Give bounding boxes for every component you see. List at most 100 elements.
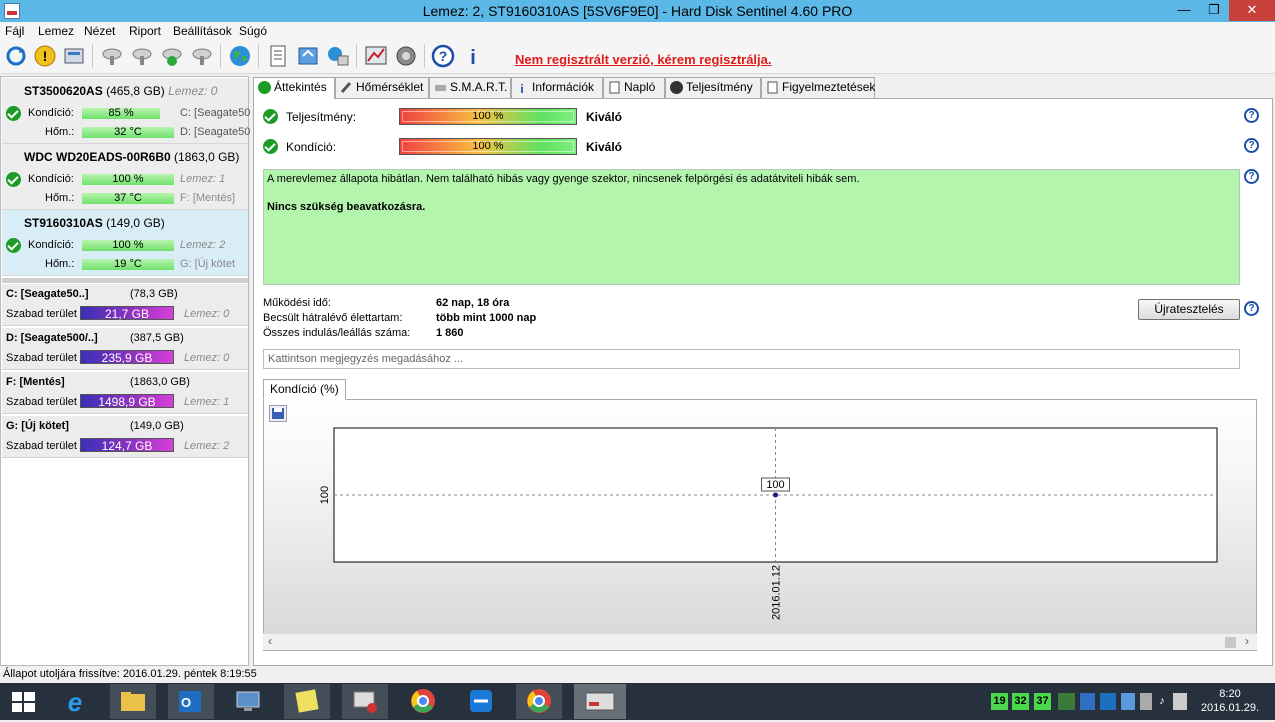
clock[interactable]: 8:20 2016.01.29.	[1198, 687, 1262, 715]
outlook-icon[interactable]: O	[168, 684, 214, 719]
tab-log[interactable]: Napló	[603, 77, 665, 98]
tray-temperature[interactable]: 32	[1012, 693, 1029, 710]
disk-info-icon[interactable]	[62, 44, 86, 68]
remote-desktop-icon[interactable]	[226, 684, 272, 719]
menu-file[interactable]: Fájl	[5, 24, 24, 38]
help-icon[interactable]: ?	[1244, 169, 1259, 184]
menu-disk[interactable]: Lemez	[38, 24, 74, 38]
note-input[interactable]: Kattintson megjegyzés megadásához ...	[263, 349, 1240, 369]
help-icon[interactable]: ?	[1244, 301, 1259, 316]
maximize-button[interactable]: ❐	[1199, 0, 1229, 21]
status-action: Nincs szükség beavatkozásra.	[267, 201, 426, 213]
notes-icon[interactable]	[284, 684, 330, 719]
settings-icon[interactable]	[394, 44, 418, 68]
unregistered-link[interactable]: Nem regisztrált verzió, kérem regisztrál…	[515, 52, 772, 67]
partition-size: (387,5 GB)	[130, 332, 184, 344]
free-space-bar: 21,7 GB	[80, 306, 174, 321]
temperature-label: Hőm.:	[45, 192, 75, 204]
refresh-icon[interactable]	[4, 44, 28, 68]
teamviewer-icon[interactable]	[458, 684, 504, 719]
hdd-test-icon[interactable]	[100, 44, 124, 68]
tray-temperature[interactable]: 19	[991, 693, 1008, 710]
overview-panel: Teljesítmény: 100 % Kiváló ? Kondíció: 1…	[253, 98, 1273, 666]
menu-view[interactable]: Nézet	[84, 24, 115, 38]
help-icon[interactable]: ?	[1244, 138, 1259, 153]
hard-disk-sentinel-icon[interactable]	[574, 684, 626, 719]
menu-bar: Fájl Lemez Nézet Riport Beállítások Súgó	[0, 22, 1275, 40]
tab-smart[interactable]: S.M.A.R.T.	[429, 77, 511, 98]
disk-side-label: F: [Mentés]	[180, 192, 236, 204]
startstop-value: 1 860	[436, 327, 464, 339]
dropbox-icon[interactable]	[1121, 693, 1135, 710]
tab-information[interactable]: i Információk	[511, 77, 603, 98]
hdd-surface-icon[interactable]	[130, 44, 154, 68]
network-icon[interactable]	[326, 44, 350, 68]
svg-text:!: !	[43, 48, 48, 64]
chart-area: 100 100 2016.01.12	[263, 399, 1257, 651]
disk-item[interactable]: WDC WD20EADS-00R6B0 (1863,0 GB) Kondíció…	[2, 144, 248, 210]
scroll-thumb[interactable]	[1225, 637, 1236, 648]
temperature-bar: 19 °C	[82, 259, 174, 270]
tab-temperature[interactable]: Hőmérséklet	[335, 77, 429, 98]
network-tray-icon[interactable]	[1173, 693, 1187, 710]
minimize-button[interactable]: —	[1169, 0, 1199, 21]
menu-report[interactable]: Riport	[129, 24, 161, 38]
menu-settings[interactable]: Beállítások	[173, 24, 232, 38]
nvidia-icon[interactable]	[1058, 693, 1075, 710]
partition-name: G: [Új kötet]	[6, 420, 69, 432]
ok-check-icon	[263, 109, 278, 124]
performance-rating: Kiváló	[586, 110, 623, 124]
info-icon[interactable]: i	[461, 44, 485, 69]
partition-item[interactable]: F: [Mentés] (1863,0 GB) Szabad terület 1…	[2, 372, 248, 414]
tab-bar: Áttekintés Hőmérséklet S.M.A.R.T. i Infor…	[253, 77, 1273, 99]
smart-icon	[434, 81, 447, 94]
disk-item[interactable]: ST3500620AS (465,8 GB) Lemez: 0 Kondíció…	[2, 78, 250, 144]
tray-temperature[interactable]: 37	[1034, 693, 1051, 710]
tab-overview[interactable]: Áttekintés	[253, 77, 335, 99]
temperature-label: Hőm.:	[45, 258, 75, 270]
warning-icon[interactable]: !	[33, 44, 57, 68]
close-button[interactable]: ✕	[1229, 0, 1275, 21]
outlook-tray-icon[interactable]	[1100, 693, 1116, 710]
globe-icon[interactable]	[228, 44, 252, 68]
disk-item-selected[interactable]: ST9160310AS (149,0 GB) Kondíció: 100 % L…	[2, 210, 248, 276]
disk-name: ST3500620AS (465,8 GB) Lemez: 0	[24, 84, 218, 98]
horizontal-scrollbar[interactable]: ‹ ›	[263, 633, 1257, 650]
volume-icon[interactable]: ♪	[1156, 693, 1168, 710]
partition-item[interactable]: G: [Új kötet] (149,0 GB) Szabad terület …	[2, 416, 248, 458]
shield-icon[interactable]	[1080, 693, 1095, 710]
chart-icon[interactable]	[364, 44, 388, 68]
clock-time: 8:20	[1219, 688, 1241, 700]
hdd-check-icon[interactable]	[160, 44, 184, 68]
power-icon[interactable]	[1140, 693, 1152, 710]
partition-item[interactable]: C: [Seagate50..] (78,3 GB) Szabad terüle…	[2, 284, 248, 326]
network-tool-icon[interactable]	[342, 684, 388, 719]
chrome-icon[interactable]	[516, 684, 562, 719]
menu-help[interactable]: Súgó	[239, 24, 267, 38]
sync-icon[interactable]	[296, 44, 320, 68]
ok-check-icon	[6, 238, 21, 253]
chart-tab-condition[interactable]: Kondíció (%)	[263, 379, 346, 400]
partition-item[interactable]: D: [Seagate500/..] (387,5 GB) Szabad ter…	[2, 328, 248, 370]
condition-label: Kondíció:	[28, 173, 74, 185]
free-space-bar: 124,7 GB	[80, 438, 174, 453]
performance-label: Teljesítmény:	[286, 110, 357, 124]
disk-side-label: G: [Új kötet	[180, 258, 236, 270]
free-space-bar: 235,9 GB	[80, 350, 174, 365]
svg-text:O: O	[181, 695, 191, 710]
retest-button[interactable]: Újratesztelés	[1138, 299, 1240, 320]
chrome-icon[interactable]	[400, 684, 446, 719]
start-button[interactable]	[0, 684, 48, 719]
partition-name: D: [Seagate500/..]	[6, 332, 98, 344]
help-icon[interactable]: ?	[431, 44, 455, 68]
tab-alerts[interactable]: Figyelmeztetések	[761, 77, 875, 98]
help-icon[interactable]: ?	[1244, 108, 1259, 123]
hdd-tool-icon[interactable]	[190, 44, 214, 68]
report-icon[interactable]	[266, 44, 290, 68]
file-explorer-icon[interactable]	[110, 684, 156, 719]
tab-performance[interactable]: Teljesítmény	[665, 77, 761, 98]
ie-icon[interactable]: e	[52, 684, 98, 719]
title-bar: Lemez: 2, ST9160310AS [5SV6F9E0] - Hard …	[0, 0, 1275, 22]
performance-icon	[670, 81, 683, 94]
toolbar: ! ? i Nem regisztrált verzió, kérem regi…	[0, 40, 1275, 74]
